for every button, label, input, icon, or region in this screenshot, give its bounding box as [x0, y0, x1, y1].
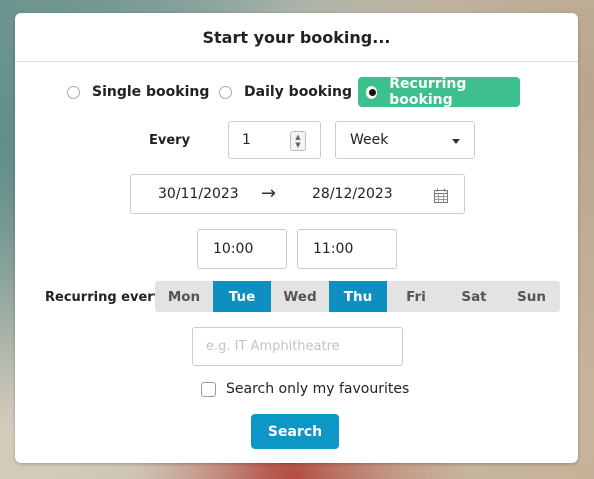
every-unit-select[interactable]: Week [335, 121, 475, 159]
booking-card: Start your booking... Single booking Dai… [15, 13, 578, 463]
favourites-label: Search only my favourites [226, 381, 410, 397]
radio-recurring-booking[interactable]: Recurring booking [358, 76, 520, 108]
weekday-selector: Mon Tue Wed Thu Fri Sat Sun [155, 281, 560, 312]
every-label: Every [149, 133, 191, 148]
every-number-input[interactable]: 1 ▲ ▼ [228, 121, 321, 159]
arrow-right-icon: → [261, 183, 277, 204]
start-date: 30/11/2023 [158, 186, 239, 202]
day-sat[interactable]: Sat [445, 281, 503, 312]
start-time-value: 10:00 [213, 241, 254, 257]
date-range-picker[interactable]: 30/11/2023 → 28/12/2023 [130, 174, 465, 214]
day-thu[interactable]: Thu [329, 281, 387, 312]
day-tue[interactable]: Tue [213, 281, 271, 312]
day-sun[interactable]: Sun [503, 281, 560, 312]
start-time-input[interactable]: 10:00 [197, 229, 287, 269]
radio-label: Recurring booking [389, 76, 467, 108]
end-time-input[interactable]: 11:00 [297, 229, 397, 269]
calendar-icon [434, 188, 448, 203]
radio-label: Single booking [92, 84, 210, 100]
radio-checked-icon [366, 85, 378, 99]
recurring-every-label: Recurring every [45, 290, 163, 305]
every-unit-value: Week [350, 132, 389, 148]
radio-single-booking[interactable]: Single booking [67, 77, 209, 107]
end-time-value: 11:00 [313, 241, 354, 257]
day-wed[interactable]: Wed [271, 281, 329, 312]
search-button[interactable]: Search [251, 414, 339, 449]
favourites-checkbox-row[interactable]: Search only my favourites [201, 381, 409, 397]
location-search-input[interactable]: e.g. IT Amphitheatre [192, 327, 403, 366]
radio-circle-icon [219, 85, 232, 99]
radio-label: Daily booking [244, 84, 353, 100]
radio-circle-icon [67, 85, 80, 99]
chevron-down-icon [452, 139, 460, 144]
day-mon[interactable]: Mon [155, 281, 213, 312]
favourites-checkbox[interactable] [201, 381, 216, 397]
booking-type-group: Single booking Daily booking Recurring b… [15, 76, 578, 108]
day-fri[interactable]: Fri [387, 281, 445, 312]
number-stepper-icon[interactable]: ▲ ▼ [290, 131, 306, 151]
card-title: Start your booking... [15, 13, 578, 62]
end-date: 28/12/2023 [312, 186, 393, 202]
location-placeholder: e.g. IT Amphitheatre [206, 339, 340, 354]
every-number-value: 1 [242, 132, 251, 148]
radio-daily-booking[interactable]: Daily booking [219, 77, 352, 107]
